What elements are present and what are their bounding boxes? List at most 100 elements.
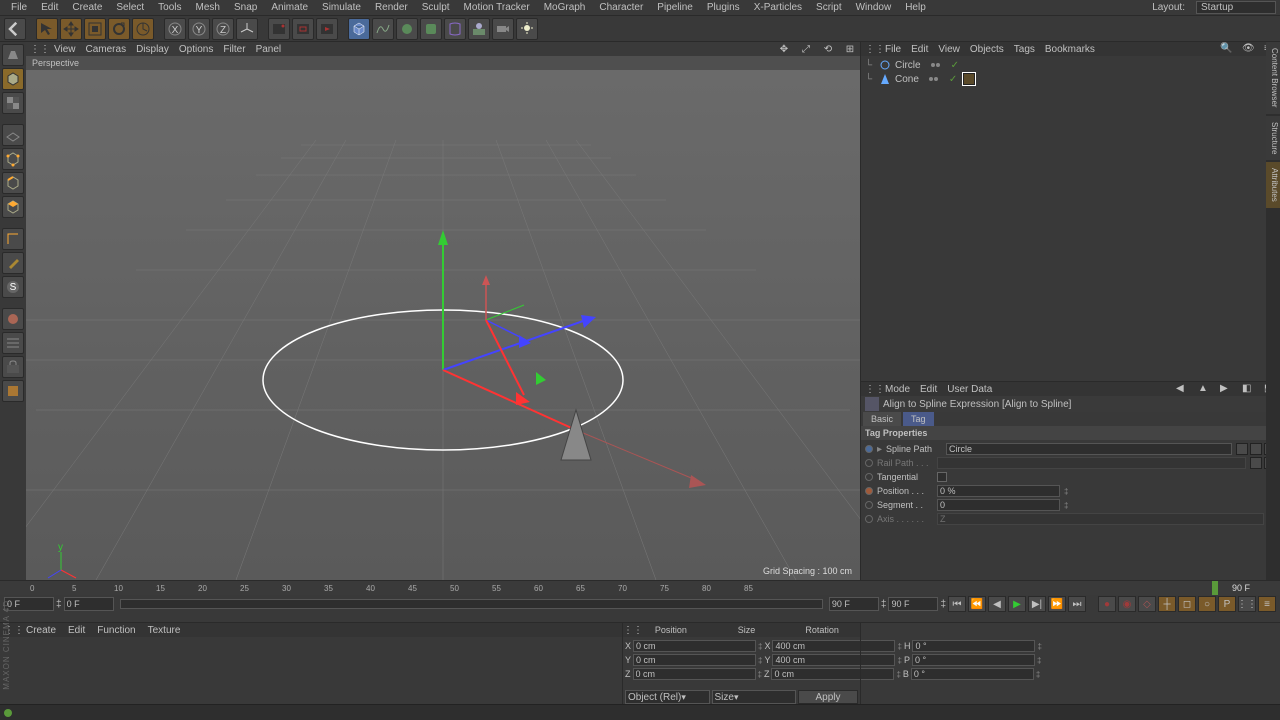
object-name[interactable]: Circle [895,60,921,71]
menu-character[interactable]: Character [592,2,650,13]
viewport-solo-button[interactable] [2,332,24,354]
record-button[interactable]: ● [1098,596,1116,612]
recent-tool[interactable] [132,18,154,40]
coord-system-toggle[interactable] [236,18,258,40]
workplane-button[interactable] [2,124,24,146]
menu-render[interactable]: Render [368,2,415,13]
obj-menu-file[interactable]: File [885,44,901,55]
tab-basic[interactable]: Basic [863,412,901,426]
rail-path-field[interactable] [937,457,1246,469]
pos-x-field[interactable] [633,640,756,652]
menu-plugins[interactable]: Plugins [700,2,747,13]
cur-start-field[interactable] [64,597,114,611]
obj-menu-bookmarks[interactable]: Bookmarks [1045,44,1095,55]
visibility-dots[interactable] [929,74,943,84]
apply-button[interactable]: Apply [798,690,858,704]
render-region-button[interactable] [292,18,314,40]
render-pv-button[interactable] [316,18,338,40]
enable-check-icon[interactable]: ✓ [951,60,959,71]
axis-z-toggle[interactable]: Z [212,18,234,40]
attr-menu-mode[interactable]: Mode [885,384,910,395]
side-tab-content[interactable]: Content Browser [1266,42,1280,114]
spinner-icon[interactable]: ‡ [758,656,762,665]
param-bullet-icon[interactable] [865,445,873,453]
obj-eye-icon[interactable]: 👁 [1242,43,1254,55]
obj-menu-tags[interactable]: Tags [1014,44,1035,55]
tab-tag[interactable]: Tag [903,412,934,426]
scale-tool[interactable] [84,18,106,40]
spinner-icon[interactable]: ‡ [56,599,62,610]
spline-primitive-button[interactable] [372,18,394,40]
obj-menu-edit[interactable]: Edit [911,44,928,55]
tree-expander-icon[interactable]: └ [865,60,875,71]
menu-help[interactable]: Help [898,2,933,13]
attr-menu-userdata[interactable]: User Data [947,384,992,395]
anim-mode-button[interactable]: ≡ [1258,596,1276,612]
next-key-button[interactable]: ⏩ [1048,596,1066,612]
spinner-icon[interactable]: ‡ [1064,501,1072,510]
modeling-generator-button[interactable] [420,18,442,40]
viewport-nav1-icon[interactable]: ✥ [778,43,790,55]
attr-menu-edit[interactable]: Edit [920,384,937,395]
layout-select[interactable]: Startup [1196,1,1276,14]
render-view-button[interactable] [268,18,290,40]
menu-mesh[interactable]: Mesh [189,2,227,13]
time-marker[interactable] [1212,581,1218,595]
menu-xparticles[interactable]: X-Particles [747,2,809,13]
viewport-nav4-icon[interactable]: ⊞ [844,43,856,55]
polygon-mode-button[interactable] [2,196,24,218]
mat-menu-edit[interactable]: Edit [68,625,85,636]
viewport-menu-filter[interactable]: Filter [223,44,245,55]
axis-y-toggle[interactable]: Y [188,18,210,40]
play-button[interactable]: ▶ [1008,596,1026,612]
menu-snap[interactable]: Snap [227,2,264,13]
prev-frame-button[interactable]: ◀ [988,596,1006,612]
position-field[interactable] [937,485,1060,497]
param-bullet-icon[interactable] [865,501,873,509]
menu-script[interactable]: Script [809,2,849,13]
attr-nav-fwd-icon[interactable]: ▶ [1220,383,1232,395]
start-frame-field[interactable] [4,597,54,611]
spinner-icon[interactable]: ‡ [940,599,946,610]
obj-grip-icon[interactable]: ⋮⋮ [865,44,875,55]
environment-button[interactable] [468,18,490,40]
pos-key-button[interactable]: ┼ [1158,596,1176,612]
axis-select[interactable]: Z [937,513,1264,525]
pos-y-field[interactable] [633,654,756,666]
time-ruler[interactable]: 0 5 10 15 20 25 30 35 40 45 50 55 60 65 … [0,581,1280,595]
material-body[interactable] [0,637,622,704]
tangential-checkbox[interactable] [937,472,947,482]
end-frame-field[interactable] [888,597,938,611]
locked-workplane-button[interactable] [2,356,24,378]
menu-file[interactable]: File [4,2,34,13]
point-level-button[interactable]: ⋮⋮ [1238,596,1256,612]
undo-button[interactable] [4,18,26,40]
attr-grip-icon[interactable]: ⋮⋮ [865,384,875,395]
coord-grip-icon[interactable]: ⋮⋮ [623,625,633,636]
attr-new-icon[interactable]: ◧ [1242,383,1254,395]
scale-key-button[interactable]: ◻ [1178,596,1196,612]
segment-field[interactable] [937,499,1060,511]
rotate-tool[interactable] [108,18,130,40]
axis-tool-button[interactable] [2,228,24,250]
move-tool[interactable] [60,18,82,40]
cube-primitive-button[interactable] [348,18,370,40]
param-bullet-icon[interactable] [865,459,873,467]
deformer-button[interactable] [444,18,466,40]
spinner-icon[interactable]: ‡ [758,670,762,679]
param-bullet-icon[interactable] [865,487,873,495]
camera-button[interactable] [492,18,514,40]
viewport-menu-panel[interactable]: Panel [256,44,282,55]
edge-mode-button[interactable] [2,172,24,194]
paint-tool-button[interactable] [2,252,24,274]
pos-z-field[interactable] [633,668,756,680]
cur-end-field[interactable] [829,597,879,611]
viewport-menu-cameras[interactable]: Cameras [86,44,127,55]
coord-space-select[interactable]: Object (Rel) ▾ [625,690,710,704]
axis-x-toggle[interactable]: X [164,18,186,40]
viewport-nav2-icon[interactable]: ⤢ [800,43,812,55]
menu-window[interactable]: Window [849,2,899,13]
side-tab-attributes[interactable]: Attributes [1266,162,1280,208]
align-spline-tag-icon[interactable] [963,73,975,85]
link-arrow-icon[interactable]: ▸ [877,444,882,455]
